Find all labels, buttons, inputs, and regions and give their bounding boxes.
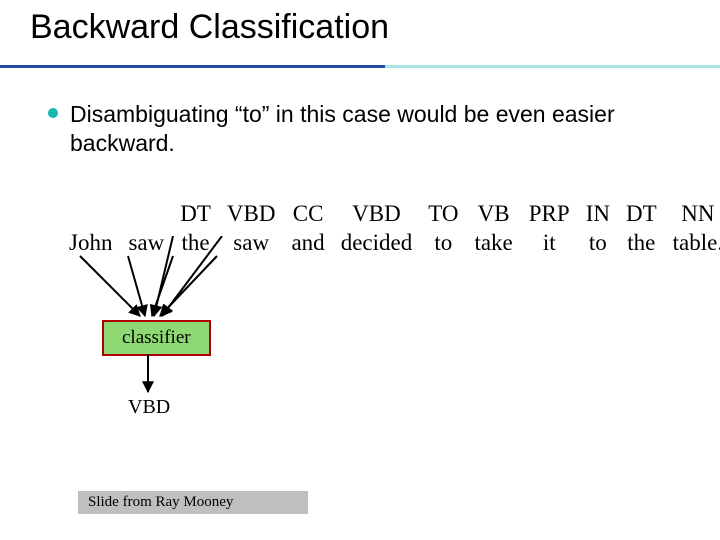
word-cell: decided [334, 229, 420, 256]
pos-cell [62, 200, 119, 227]
pos-cell: PRP [522, 200, 577, 227]
word-cell: the [173, 229, 218, 256]
tagged-sentence: DT VBD CC VBD TO VB PRP IN DT NN John sa… [60, 198, 720, 258]
word-cell: saw [220, 229, 283, 256]
pos-cell [121, 200, 171, 227]
bullet-icon [48, 108, 58, 118]
word-cell: John [62, 229, 119, 256]
attribution-footer: Slide from Ray Mooney [78, 491, 308, 514]
word-cell: saw [121, 229, 171, 256]
word-cell: it [522, 229, 577, 256]
word-cell: table. [666, 229, 720, 256]
pos-cell: DT [173, 200, 218, 227]
pos-row: DT VBD CC VBD TO VB PRP IN DT NN [62, 200, 720, 227]
word-row: John saw the saw and decided to take it … [62, 229, 720, 256]
pos-cell: VB [467, 200, 519, 227]
classifier-box: classifier [102, 320, 211, 356]
word-cell: to [421, 229, 465, 256]
slide-root: Backward Classification Disambiguating “… [0, 0, 720, 540]
pos-cell: TO [421, 200, 465, 227]
classifier-output: VBD [128, 396, 170, 419]
slide-title: Backward Classification [30, 8, 389, 47]
word-cell: the [619, 229, 664, 256]
pos-cell: CC [284, 200, 331, 227]
pos-cell: VBD [334, 200, 420, 227]
word-cell: take [467, 229, 519, 256]
bullet-content: Disambiguating “to” in this case would b… [70, 101, 615, 156]
bullet-text: Disambiguating “to” in this case would b… [70, 100, 660, 158]
rule-dark [0, 65, 385, 68]
pos-cell: DT [619, 200, 664, 227]
pos-cell: VBD [220, 200, 283, 227]
pos-cell: IN [579, 200, 617, 227]
word-cell: and [284, 229, 331, 256]
word-cell: to [579, 229, 617, 256]
pos-cell: NN [666, 200, 720, 227]
output-arrow [120, 350, 180, 400]
